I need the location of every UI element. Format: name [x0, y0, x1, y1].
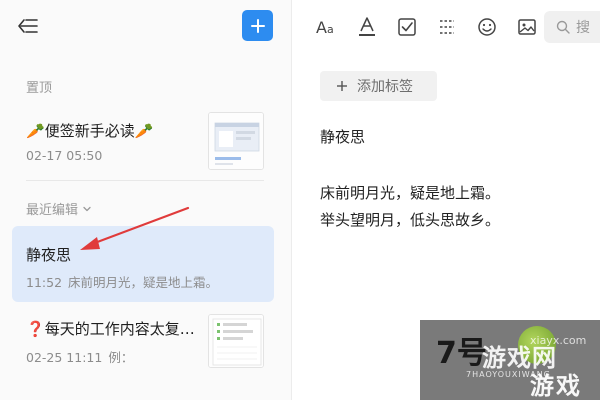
site-watermark-logo: 7号 游戏网 xiayx.com 7HAOYOUXIWANG 游戏: [420, 320, 600, 400]
watermark-text-bottom: 游戏: [530, 372, 582, 400]
app-window: 置顶 🥕便签新手必读🥕 02-17 05:50 最近编辑 静夜思 11:52 床…: [0, 0, 600, 400]
watermark-number: 7号: [436, 336, 487, 371]
watermark-site: xiayx.com: [530, 334, 587, 347]
